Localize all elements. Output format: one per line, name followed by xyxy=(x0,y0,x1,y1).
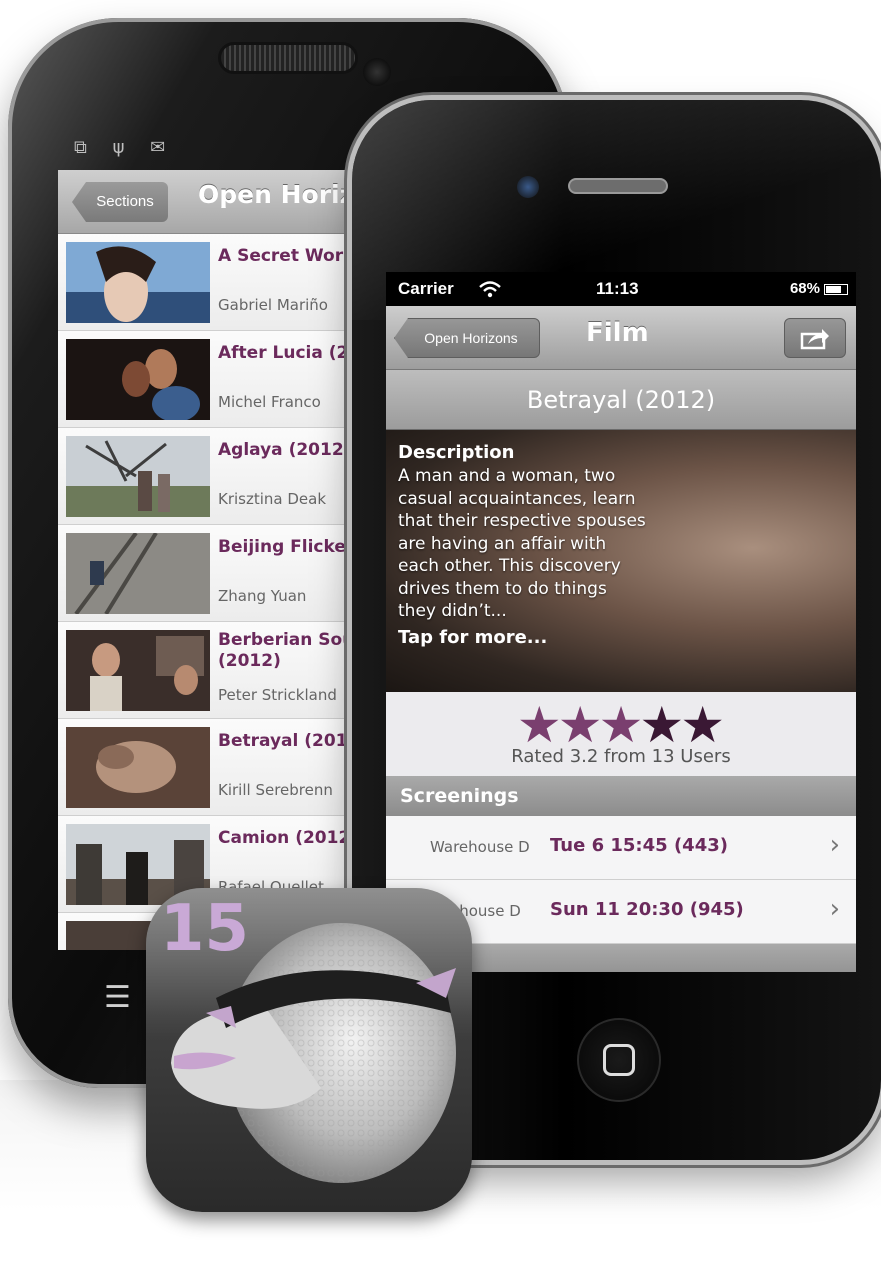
film-list-item[interactable]: Beijing Flicker Zhang Yuan xyxy=(58,525,358,622)
film-list-item[interactable]: Betrayal (2012) Kirill Serebrenn xyxy=(58,719,358,816)
screenings-header: Screenings xyxy=(386,776,856,816)
film-director: Peter Strickland xyxy=(218,686,337,704)
iphone-screen: Carrier 11:13 68% Open Horizons Film Bet… xyxy=(386,272,856,972)
screening-time: Sun 11 20:30 (945) xyxy=(550,899,744,920)
film-director: Gabriel Mariño xyxy=(218,296,328,314)
share-icon xyxy=(800,329,829,350)
film-thumbnail xyxy=(66,339,210,420)
film-thumbnail xyxy=(66,533,210,614)
android-speaker xyxy=(218,42,358,74)
open-horizons-back-button[interactable]: Open Horizons xyxy=(394,318,540,358)
film-title-bar: Betrayal (2012) xyxy=(386,370,856,430)
film-list-item[interactable]: Aglaya (2012) Krisztina Deak xyxy=(58,428,358,525)
android-nav-bar: Sections Open Horizo xyxy=(58,170,358,234)
film-thumbnail xyxy=(66,727,210,808)
share-button[interactable] xyxy=(784,318,846,358)
description-panel[interactable]: Description A man and a woman, two casua… xyxy=(386,430,856,692)
screening-time: Tue 6 15:45 (443) xyxy=(550,835,728,856)
battery-percent: 68% xyxy=(789,280,820,297)
status-time: 11:13 xyxy=(596,279,639,298)
star-icon[interactable]: ★ xyxy=(558,700,603,750)
star-icon[interactable]: ★ xyxy=(639,700,684,750)
battery-icon xyxy=(824,283,848,295)
badge-number: 15 xyxy=(160,892,250,966)
carrier-label: Carrier xyxy=(398,279,454,298)
ios-nav-bar: Open Horizons Film xyxy=(386,306,856,370)
tap-for-more-link[interactable]: Tap for more... xyxy=(398,627,844,648)
film-list-item[interactable]: After Lucia (2012) Michel Franco xyxy=(58,331,358,428)
android-nav-title: Open Horizo xyxy=(198,180,358,209)
film-list-item[interactable]: Berberian Sou (2012) Peter Strickland xyxy=(58,622,358,719)
film-thumbnail xyxy=(66,436,210,517)
film-title: Aglaya (2012) xyxy=(218,440,352,460)
home-button[interactable] xyxy=(577,1018,661,1102)
chevron-right-icon: › xyxy=(829,830,840,860)
chevron-right-icon: › xyxy=(829,894,840,924)
battery-indicator: 68% xyxy=(790,272,848,306)
description-text: A man and a woman, two casual acquaintan… xyxy=(398,466,646,621)
film-title: Camion (2012) xyxy=(218,828,358,848)
nav-title: Film xyxy=(586,318,649,348)
wifi-icon xyxy=(478,272,502,306)
film-title: A Secret World xyxy=(218,246,358,266)
android-screen: Sections Open Horizo A Secret World Gabr… xyxy=(58,170,358,950)
sections-back-button[interactable]: Sections xyxy=(72,182,168,222)
rating-section: ★★★★★ Rated 3.2 from 13 Users xyxy=(386,692,856,776)
android-camera xyxy=(363,58,391,86)
film-thumbnail xyxy=(66,242,210,323)
ios-status-bar: Carrier 11:13 68% xyxy=(386,272,856,306)
film-director: Krisztina Deak xyxy=(218,490,327,508)
film-director: Zhang Yuan xyxy=(218,587,307,605)
screening-venue: Warehouse D xyxy=(430,838,530,856)
film-thumbnail xyxy=(66,630,210,711)
film-title: Betrayal (2012) xyxy=(218,731,358,751)
description-heading: Description xyxy=(398,442,515,463)
star-icon[interactable]: ★ xyxy=(680,700,725,750)
app-icon[interactable]: 15 xyxy=(146,888,472,1212)
film-title: Berberian Sou (2012) xyxy=(218,630,355,671)
rating-text: Rated 3.2 from 13 Users xyxy=(511,746,731,767)
film-director: Michel Franco xyxy=(218,393,321,411)
film-list-item[interactable]: A Secret World Gabriel Mariño xyxy=(58,234,358,331)
home-square-icon xyxy=(603,1044,635,1076)
film-title: After Lucia (2012) xyxy=(218,343,358,363)
android-status-icons: ⧉ ψ ✉ xyxy=(74,137,176,158)
star-icon[interactable]: ★ xyxy=(599,700,644,750)
android-menu-icon[interactable]: ☰ xyxy=(104,980,131,1015)
film-director: Kirill Serebrenn xyxy=(218,781,333,799)
screening-row[interactable]: Warehouse D Tue 6 15:45 (443) › xyxy=(386,816,856,880)
star-rating[interactable]: ★★★★★ xyxy=(386,692,856,750)
film-title: Beijing Flicker xyxy=(218,537,355,557)
iphone-front-camera xyxy=(517,176,539,198)
star-icon[interactable]: ★ xyxy=(517,700,562,750)
iphone-earpiece xyxy=(568,178,668,194)
